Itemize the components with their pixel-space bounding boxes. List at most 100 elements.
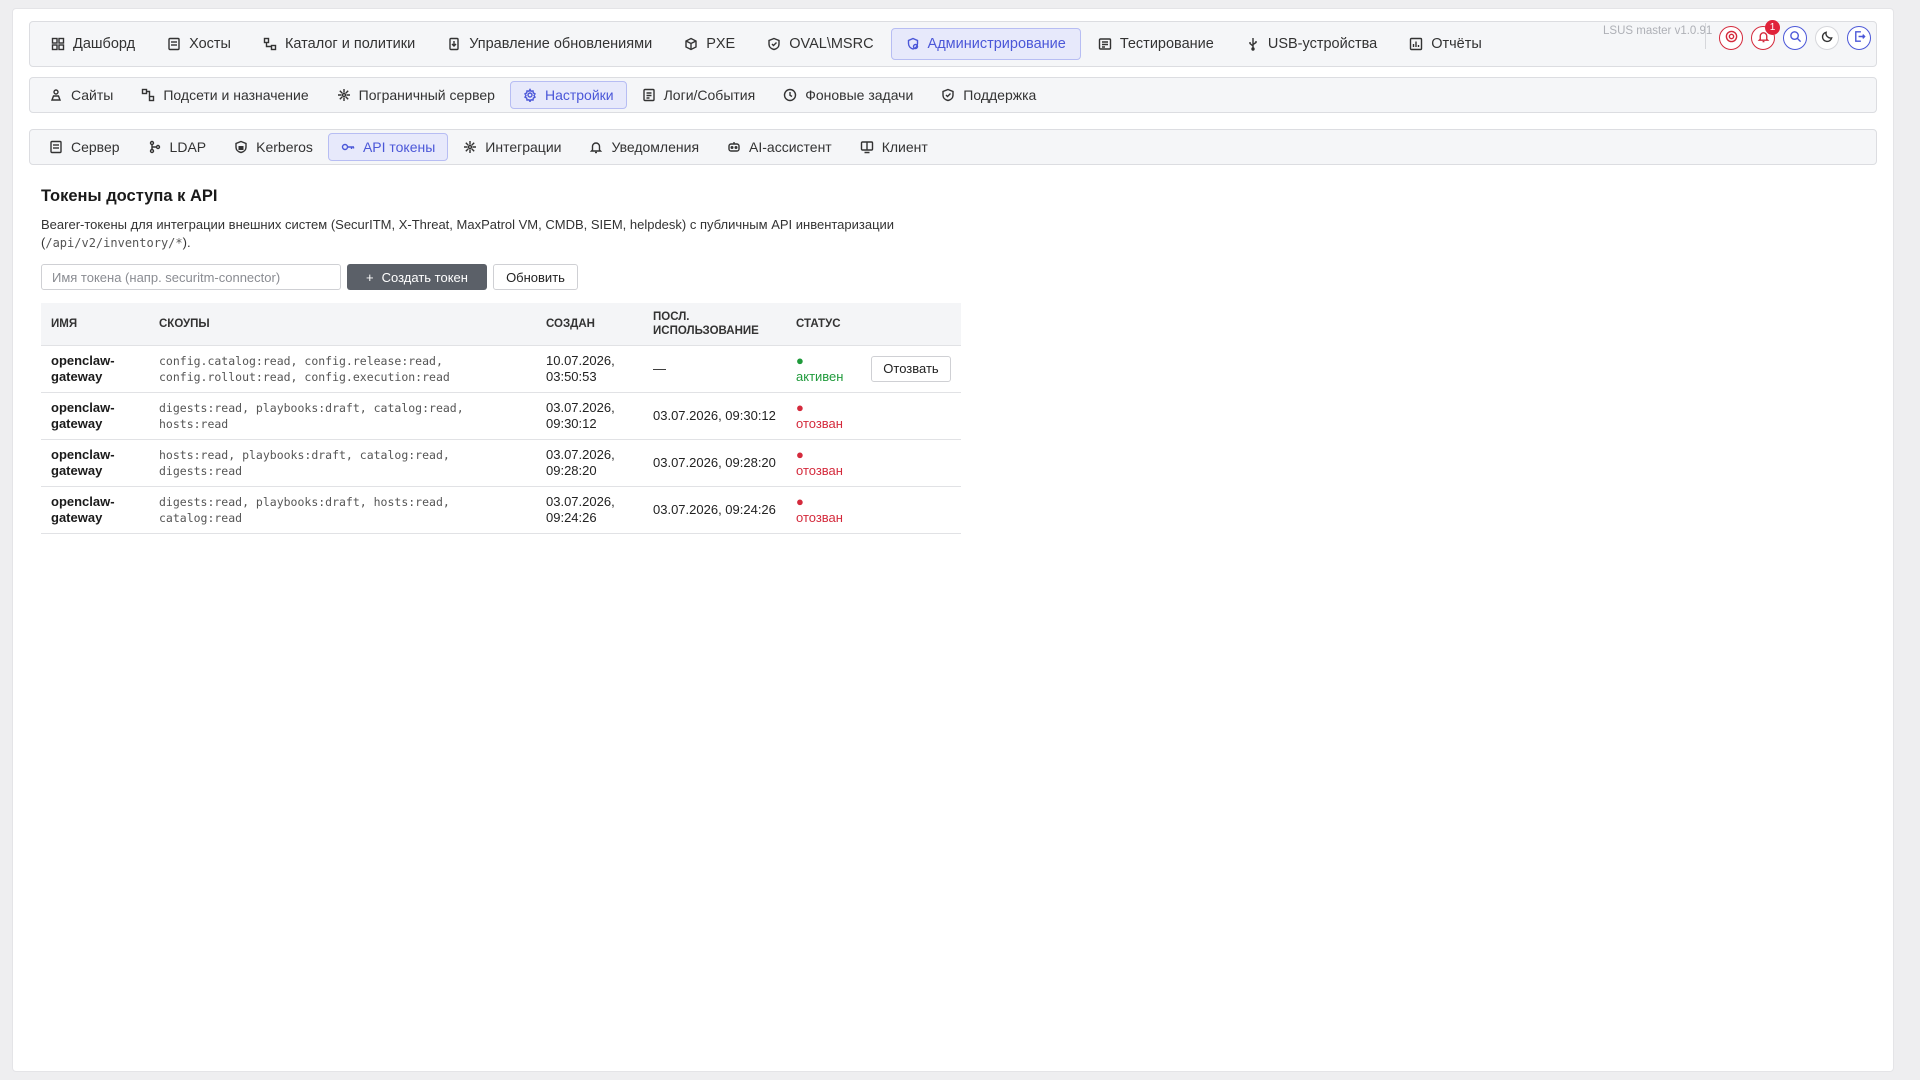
key-icon <box>341 140 355 154</box>
subnav-label: Пограничный сервер <box>358 87 495 103</box>
server-icon <box>49 140 63 154</box>
settings-tab-server[interactable]: Сервер <box>36 133 133 161</box>
settings-tab-label: Уведомления <box>611 139 700 155</box>
subnav-logs[interactable]: Логи/События <box>629 81 769 109</box>
nav-oval-msrc[interactable]: OVAL\MSRC <box>752 28 888 60</box>
nav-catalog[interactable]: Каталог и политики <box>248 28 430 60</box>
token-name: openclaw-gateway <box>41 486 149 534</box>
header-actions <box>861 303 961 346</box>
token-scopes: config.catalog:read, config.release:read… <box>149 345 536 393</box>
subnav-label: Настройки <box>544 87 614 103</box>
report-icon <box>1409 37 1423 51</box>
page-title: Токены доступа к API <box>41 187 218 205</box>
subnav-label: Фоновые задачи <box>805 87 914 103</box>
sites-icon <box>49 88 63 102</box>
usb-icon <box>1246 37 1260 51</box>
nav-label: USB-устройства <box>1267 36 1378 52</box>
create-token-button[interactable]: + Создать токен <box>347 264 487 290</box>
table-header-row: Имя Скоупы Создан Посл. использование Ст… <box>41 303 961 346</box>
table-row: openclaw-gateway hosts:read, playbooks:d… <box>41 439 961 487</box>
update-icon <box>447 37 461 51</box>
settings-tab-client[interactable]: Клиент <box>847 133 941 161</box>
token-name-input[interactable] <box>41 264 341 290</box>
subnav-background-tasks[interactable]: Фоновые задачи <box>770 81 926 109</box>
nav-hosts[interactable]: Хосты <box>152 28 246 60</box>
nav-testing[interactable]: Тестирование <box>1083 28 1229 60</box>
subnav-settings[interactable]: Настройки <box>509 81 627 109</box>
moon-icon <box>1821 30 1834 46</box>
clock-icon <box>783 88 797 102</box>
token-scopes: digests:read, playbooks:draft, hosts:rea… <box>149 486 536 534</box>
app-window: Дашборд Хосты Каталог и политики Управле… <box>12 8 1894 1072</box>
token-created: 03.07.2026, 09:24:26 <box>536 486 643 534</box>
nav-administration[interactable]: Администрирование <box>890 28 1081 60</box>
nav-usb[interactable]: USB-устройства <box>1231 28 1392 60</box>
subnav-subnets[interactable]: Подсети и назначение <box>128 81 321 109</box>
token-actions: Отозвать <box>861 345 961 393</box>
nav-reports[interactable]: Отчёты <box>1394 28 1497 60</box>
status-label: отозван <box>796 415 843 431</box>
nav-dashboard[interactable]: Дашборд <box>36 28 150 60</box>
table-row: openclaw-gateway digests:read, playbooks… <box>41 486 961 534</box>
status-label: отозван <box>796 509 843 525</box>
token-last-used: — <box>643 345 786 393</box>
token-last-used: 03.07.2026, 09:24:26 <box>643 486 786 534</box>
token-name: openclaw-gateway <box>41 439 149 487</box>
settings-tab-notifications[interactable]: Уведомления <box>576 133 712 161</box>
settings-nav: Сервер LDAP Kerberos API токены Интеграц… <box>29 129 1877 165</box>
nav-label: PXE <box>706 36 736 52</box>
settings-tab-api-tokens[interactable]: API токены <box>327 133 449 161</box>
logs-icon <box>642 88 656 102</box>
refresh-button[interactable]: Обновить <box>493 264 578 290</box>
header-last-used: Посл. использование <box>643 303 786 346</box>
settings-icon <box>523 88 537 102</box>
nav-label: Отчёты <box>1431 36 1482 52</box>
theme-toggle-button[interactable] <box>1815 26 1839 50</box>
plus-icon: + <box>366 269 374 285</box>
support-lifebuoy-button[interactable] <box>1719 26 1743 50</box>
search-button[interactable] <box>1783 26 1807 50</box>
token-created: 10.07.2026, 03:50:53 <box>536 345 643 393</box>
bell-icon <box>589 140 603 154</box>
version-label: LSUS master v1.0.91 <box>1603 25 1713 37</box>
description-suffix: ). <box>182 235 191 250</box>
catalog-icon <box>263 37 277 51</box>
nav-updates[interactable]: Управление обновлениями <box>432 28 667 60</box>
header-scopes: Скоупы <box>149 303 536 346</box>
settings-tab-label: Клиент <box>881 139 928 155</box>
notifications-button[interactable]: 1 <box>1751 20 1780 50</box>
token-status: ● отозван <box>786 486 861 534</box>
divider <box>1705 23 1706 49</box>
settings-tab-label: LDAP <box>169 139 207 155</box>
nav-label: Тестирование <box>1119 36 1214 52</box>
nav-label: Управление обновлениями <box>469 36 653 52</box>
settings-tab-ai-assistant[interactable]: AI-ассистент <box>714 133 845 161</box>
client-icon <box>860 140 874 154</box>
settings-tab-kerberos[interactable]: Kerberos <box>221 133 326 161</box>
status-dot: ● <box>796 352 804 368</box>
subnav-sites[interactable]: Сайты <box>36 81 126 109</box>
revoke-button[interactable]: Отозвать <box>871 355 951 382</box>
subnav-edge-server[interactable]: Пограничный сервер <box>324 81 508 109</box>
integrations-icon <box>463 140 477 154</box>
token-created: 03.07.2026, 09:30:12 <box>536 392 643 440</box>
token-actions <box>861 392 961 440</box>
subnav-label: Логи/События <box>663 87 756 103</box>
token-name: openclaw-gateway <box>41 392 149 440</box>
token-scopes: hosts:read, playbooks:draft, catalog:rea… <box>149 439 536 487</box>
settings-tab-ldap[interactable]: LDAP <box>135 133 220 161</box>
nav-label: Каталог и политики <box>284 36 416 52</box>
table-row: openclaw-gateway config.catalog:read, co… <box>41 345 961 393</box>
subnav-support[interactable]: Поддержка <box>928 81 1049 109</box>
token-actions <box>861 486 961 534</box>
test-icon <box>1098 37 1112 51</box>
settings-tab-label: AI-ассистент <box>749 139 832 155</box>
token-last-used: 03.07.2026, 09:28:20 <box>643 439 786 487</box>
shield-icon <box>767 37 781 51</box>
nav-pxe[interactable]: PXE <box>669 28 750 60</box>
notification-count-badge: 1 <box>1765 20 1780 35</box>
settings-tab-integrations[interactable]: Интеграции <box>450 133 574 161</box>
header-status: Статус <box>786 303 861 346</box>
settings-tab-label: Интеграции <box>485 139 562 155</box>
logout-button[interactable] <box>1847 26 1871 50</box>
